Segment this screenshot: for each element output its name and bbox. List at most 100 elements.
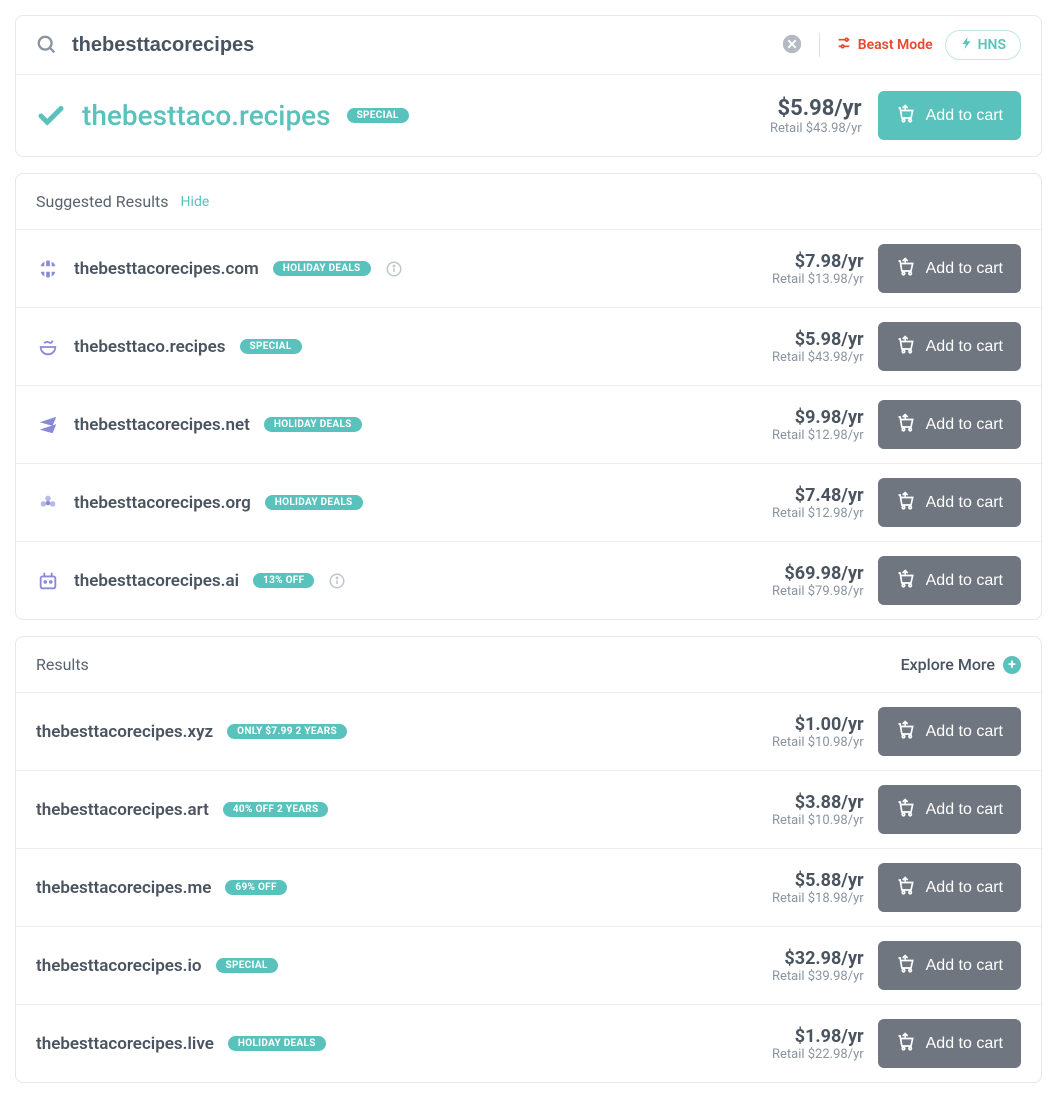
domain-row: thebesttacorecipes.netHOLIDAY DEALS$9.98…: [16, 385, 1041, 463]
price: $9.98/yr: [772, 407, 864, 428]
domain-row: thebesttacorecipes.art 40% OFF 2 YEARS $3.…: [16, 770, 1041, 848]
divider: [819, 33, 820, 57]
info-icon[interactable]: [328, 572, 346, 590]
cart-icon: [896, 568, 916, 593]
price: $3.88/yr: [772, 792, 864, 813]
domain-name[interactable]: thebesttacorecipes.art: [36, 800, 209, 820]
suggested-title: Suggested Results: [36, 192, 169, 211]
cta-label: Add to cart: [926, 107, 1003, 125]
price-block: $1.00/yrRetail $10.98/yr: [772, 714, 864, 750]
cta-label: Add to cart: [926, 572, 1003, 590]
beast-mode-toggle[interactable]: Beast Mode: [836, 35, 933, 55]
plus-icon: +: [1003, 656, 1021, 674]
explore-more-button[interactable]: Explore More +: [901, 655, 1021, 674]
results-header: Results Explore More +: [16, 637, 1041, 692]
sliders-icon: [836, 35, 852, 55]
deal-badge: SPECIAL: [240, 339, 302, 354]
hide-suggested-link[interactable]: Hide: [181, 194, 210, 210]
cta-label: Add to cart: [926, 260, 1003, 278]
domain-name[interactable]: thebesttacorecipes.net: [74, 415, 250, 435]
price-block: $3.88/yrRetail $10.98/yr: [772, 792, 864, 828]
cta-label: Add to cart: [926, 723, 1003, 741]
domain-name[interactable]: thebesttaco.recipes: [74, 337, 226, 357]
explore-more-label: Explore More: [901, 655, 995, 674]
hns-toggle[interactable]: HNS: [945, 30, 1021, 60]
clear-search-button[interactable]: [781, 33, 803, 58]
deal-badge: HOLIDAY DEALS: [273, 261, 371, 276]
featured-price: $5.98/yr: [770, 96, 862, 121]
add-to-cart-button[interactable]: Add to cart: [878, 785, 1021, 834]
cart-icon: [896, 875, 916, 900]
cta-label: Add to cart: [926, 1035, 1003, 1053]
retail-price: Retail $10.98/yr: [772, 813, 864, 828]
add-to-cart-button[interactable]: Add to cart: [878, 941, 1021, 990]
retail-price: Retail $12.98/yr: [772, 506, 864, 521]
deal-badge: 69% OFF: [225, 880, 286, 895]
domain-name[interactable]: thebesttacorecipes.live: [36, 1034, 214, 1054]
price-block: $7.48/yrRetail $12.98/yr: [772, 485, 864, 521]
add-to-cart-button[interactable]: Add to cart: [878, 1019, 1021, 1068]
tld-icon: [36, 569, 60, 593]
price-block: $9.98/yrRetail $12.98/yr: [772, 407, 864, 443]
price: $1.00/yr: [772, 714, 864, 735]
retail-price: Retail $13.98/yr: [772, 272, 864, 287]
add-to-cart-button[interactable]: Add to cart: [878, 556, 1021, 605]
domain-name[interactable]: thebesttacorecipes.com: [74, 259, 259, 279]
price: $32.98/yr: [772, 948, 864, 969]
cart-icon: [896, 719, 916, 744]
deal-badge: HOLIDAY DEALS: [228, 1036, 326, 1051]
check-icon: [36, 101, 66, 131]
deal-badge: 13% OFF: [253, 573, 314, 588]
tld-icon: [36, 335, 60, 359]
cart-icon: [896, 103, 916, 128]
cta-label: Add to cart: [926, 957, 1003, 975]
domain-name[interactable]: thebesttacorecipes.io: [36, 956, 202, 976]
cart-icon: [896, 953, 916, 978]
suggested-results-card: Suggested Results Hide thebesttacorecipe…: [15, 173, 1042, 620]
add-to-cart-button[interactable]: Add to cart: [878, 478, 1021, 527]
retail-price: Retail $43.98/yr: [772, 350, 864, 365]
tld-icon: [36, 491, 60, 515]
featured-add-to-cart-button[interactable]: Add to cart: [878, 91, 1021, 140]
retail-price: Retail $10.98/yr: [772, 735, 864, 750]
deal-badge: HOLIDAY DEALS: [265, 495, 363, 510]
deal-badge: SPECIAL: [216, 958, 278, 973]
add-to-cart-button[interactable]: Add to cart: [878, 400, 1021, 449]
price: $1.98/yr: [772, 1026, 864, 1047]
add-to-cart-button[interactable]: Add to cart: [878, 707, 1021, 756]
featured-retail: Retail $43.98/yr: [770, 121, 862, 136]
deal-badge: ONLY $7.99 2 YEARS: [227, 724, 347, 739]
add-to-cart-button[interactable]: Add to cart: [878, 244, 1021, 293]
deal-badge: 40% OFF 2 YEARS: [223, 802, 329, 817]
featured-domain[interactable]: thebesttaco.recipes: [82, 99, 331, 132]
domain-row: thebesttacorecipes.live HOLIDAY DEALS $1.9…: [16, 1004, 1041, 1082]
price-block: $69.98/yrRetail $79.98/yr: [772, 563, 864, 599]
cart-icon: [896, 412, 916, 437]
cart-icon: [896, 797, 916, 822]
featured-price-block: $5.98/yr Retail $43.98/yr: [770, 96, 862, 136]
domain-name[interactable]: thebesttacorecipes.xyz: [36, 722, 213, 742]
search-icon: [36, 34, 58, 56]
domain-name[interactable]: thebesttacorecipes.me: [36, 878, 211, 898]
featured-badge: SPECIAL: [347, 108, 409, 123]
close-icon: [781, 43, 803, 58]
domain-row: thebesttacorecipes.xyz ONLY $7.99 2 YEARS…: [16, 692, 1041, 770]
price: $7.48/yr: [772, 485, 864, 506]
info-icon[interactable]: [385, 260, 403, 278]
tld-icon: [36, 257, 60, 281]
results-title: Results: [36, 655, 89, 674]
price-block: $7.98/yrRetail $13.98/yr: [772, 251, 864, 287]
price-block: $5.98/yrRetail $43.98/yr: [772, 329, 864, 365]
domain-name[interactable]: thebesttacorecipes.ai: [74, 571, 239, 591]
domain-name[interactable]: thebesttacorecipes.org: [74, 493, 251, 513]
price-block: $5.88/yrRetail $18.98/yr: [772, 870, 864, 906]
beast-mode-label: Beast Mode: [858, 37, 933, 53]
cart-icon: [896, 1031, 916, 1056]
cart-icon: [896, 490, 916, 515]
retail-price: Retail $18.98/yr: [772, 891, 864, 906]
bolt-icon: [960, 36, 974, 54]
hns-label: HNS: [978, 37, 1006, 53]
search-input[interactable]: [70, 33, 769, 58]
domain-row: thebesttacorecipes.com HOLIDAY DEALS $7.98…: [16, 229, 1041, 307]
add-to-cart-button[interactable]: Add to cart: [878, 322, 1021, 371]
